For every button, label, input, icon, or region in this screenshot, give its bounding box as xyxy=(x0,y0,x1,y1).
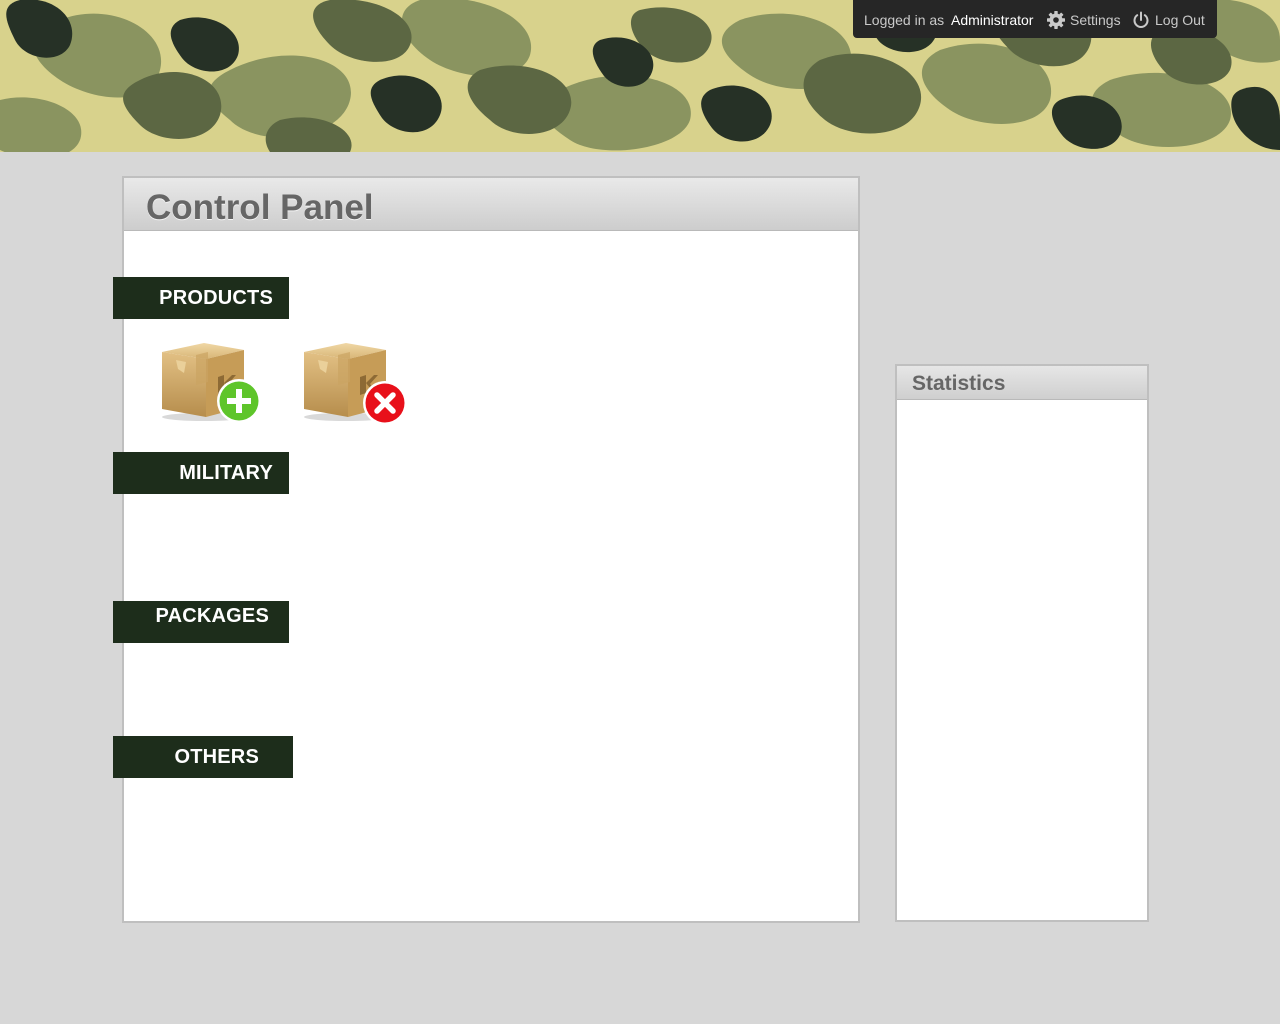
remove-product-button[interactable] xyxy=(298,337,410,427)
control-panel-header: Control Panel xyxy=(124,178,858,231)
section-tab-military[interactable]: MILITARY xyxy=(113,452,289,494)
package-remove-icon xyxy=(304,343,407,425)
section-tab-others[interactable]: OTHERS xyxy=(113,736,293,778)
gear-icon xyxy=(1046,10,1066,30)
settings-label: Settings xyxy=(1070,12,1121,28)
logout-label: Log Out xyxy=(1155,12,1205,28)
section-tab-label: OTHERS xyxy=(174,745,259,768)
statistics-title: Statistics xyxy=(912,372,1006,395)
camo-header-banner: Logged in as Administrator Settings Log … xyxy=(0,0,1280,152)
power-icon xyxy=(1131,10,1151,30)
section-tab-label: PRODUCTS xyxy=(159,286,273,309)
package-add-icon xyxy=(162,343,261,423)
logout-link[interactable]: Log Out xyxy=(1131,9,1205,31)
username[interactable]: Administrator xyxy=(951,12,1033,28)
logged-in-label: Logged in as xyxy=(864,12,945,28)
page-title: Control Panel xyxy=(146,188,374,227)
add-product-button[interactable] xyxy=(156,337,268,427)
section-tab-packages[interactable]: PACKAGES xyxy=(113,601,289,643)
settings-link[interactable]: Settings xyxy=(1046,9,1121,31)
statistics-header: Statistics xyxy=(897,366,1147,400)
user-bar: Logged in as Administrator Settings Log … xyxy=(853,0,1217,38)
section-tab-products[interactable]: PRODUCTS xyxy=(113,277,289,319)
section-tab-label: MILITARY xyxy=(179,461,273,484)
section-tab-label: PACKAGES xyxy=(155,605,269,627)
statistics-panel: Statistics xyxy=(895,364,1149,922)
